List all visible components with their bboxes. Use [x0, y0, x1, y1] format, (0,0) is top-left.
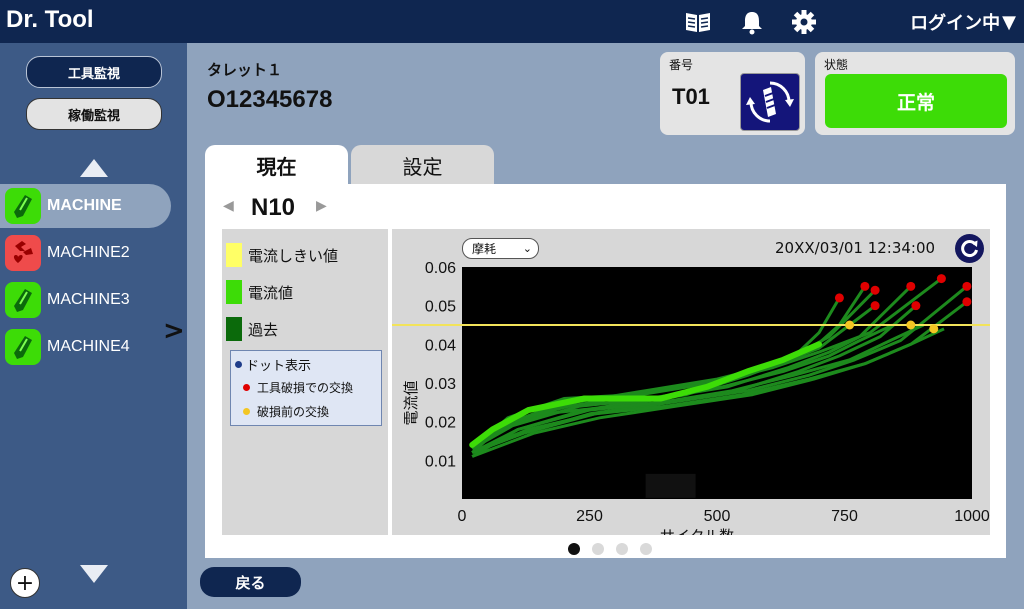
dot-display-box: ドット表示 工具破損での交換 破損前の交換 — [230, 350, 382, 426]
sidebar-item-machine[interactable]: MACHINE — [0, 184, 171, 228]
tool-number: T01 — [672, 84, 710, 109]
legend-label: 電流しきい値 — [248, 246, 339, 265]
sidebar: 工具監視 稼働監視 MACHINE MACHINE2 MACHINE3 MACH… — [0, 43, 187, 609]
y-tick-label: 0.05 — [425, 299, 456, 316]
tab-settings[interactable]: 設定 — [351, 145, 494, 185]
legend-threshold: 電流しきい値 — [226, 243, 338, 267]
back-button[interactable]: 戻る — [200, 567, 301, 597]
login-label: ログイン中 — [910, 13, 1001, 34]
dot-display-bullet — [235, 361, 242, 368]
x-tick-label: 1000 — [954, 508, 990, 525]
preventive-point[interactable] — [845, 320, 855, 330]
chart-area: 摩耗 ⌄ 20XX/03/01 12:34:00 0.01 0.02 0.03 0.0… — [392, 229, 990, 535]
dot-display-title: ドット表示 — [246, 359, 312, 374]
breakage-point[interactable] — [870, 285, 880, 295]
breakage-point[interactable] — [911, 301, 921, 311]
legend-dot-preventive: 破損前の交換 — [243, 403, 329, 420]
operation-monitor-button[interactable]: 稼働監視 — [26, 98, 162, 130]
tool-number-card: 番号 T01 — [660, 52, 805, 135]
dot-display-toggle[interactable]: ドット表示 — [235, 355, 311, 374]
y-tick-label: 0.04 — [425, 337, 456, 354]
breakage-point[interactable] — [860, 281, 870, 291]
breakage-point[interactable] — [936, 274, 946, 284]
status-badge: 正常 — [825, 74, 1007, 128]
x-tick-label: 250 — [576, 508, 603, 525]
scroll-down-icon[interactable] — [80, 565, 108, 583]
scroll-up-icon[interactable] — [80, 159, 108, 177]
tool-ok-icon — [5, 329, 41, 365]
turret-label: タレット１ — [207, 61, 283, 79]
sidebar-item-machine3[interactable]: MACHINE3 — [0, 278, 171, 322]
program-number: O12345678 — [207, 86, 333, 113]
breakage-point[interactable] — [962, 297, 972, 307]
x-axis-label: サイクル数 — [660, 527, 734, 535]
current-panel: ◀ N10 ▶ 電流しきい値 電流値 過去 ドット表示 工具破損での交換 破損前… — [205, 184, 1006, 558]
legend-label: 過去 — [248, 320, 279, 339]
y-tick-label: 0.06 — [425, 260, 456, 277]
tool-ok-icon — [5, 188, 41, 224]
page-dot[interactable] — [568, 543, 580, 555]
y-tick-label: 0.02 — [425, 415, 456, 432]
machine-name: MACHINE — [47, 197, 122, 214]
machine-name: MACHINE2 — [47, 244, 130, 261]
prev-sequence-icon[interactable]: ◀ — [223, 198, 234, 214]
bell-icon[interactable] — [738, 9, 766, 35]
tool-swap-button[interactable] — [740, 73, 800, 131]
top-bar: Dr. Tool ログイン中 ▼ — [0, 0, 1024, 43]
sidebar-item-machine2[interactable]: MACHINE2 — [0, 231, 171, 275]
legend-dot-breakage: 工具破損での交換 — [243, 379, 353, 396]
machine-name: MACHINE4 — [47, 338, 130, 355]
page-indicator — [568, 543, 652, 555]
tool-ok-icon — [5, 282, 41, 318]
manual-book-icon[interactable] — [684, 9, 712, 35]
page-dot[interactable] — [616, 543, 628, 555]
caret-down-icon: ▼ — [1002, 11, 1016, 33]
machine-name: MACHINE3 — [47, 291, 130, 308]
page-dot[interactable] — [640, 543, 652, 555]
tool-broken-icon — [5, 235, 41, 271]
preventive-point[interactable] — [929, 324, 939, 334]
chart-cursor-marker — [645, 473, 696, 498]
tab-current[interactable]: 現在 — [205, 145, 348, 185]
y-tick-label: 0.01 — [425, 453, 456, 470]
sequence-number: N10 — [251, 194, 296, 221]
add-machine-button[interactable]: + — [10, 568, 40, 598]
state-label: 状態 — [824, 58, 849, 72]
x-tick-label: 750 — [831, 508, 858, 525]
x-tick-label: 0 — [458, 508, 467, 525]
legend-past: 過去 — [226, 317, 278, 341]
breakage-point[interactable] — [962, 281, 972, 291]
breakage-point[interactable] — [834, 293, 844, 303]
legend-swatch — [226, 280, 242, 304]
chart-legend: 電流しきい値 電流値 過去 ドット表示 工具破損での交換 破損前の交換 — [222, 229, 388, 535]
legend-current: 電流値 — [226, 280, 293, 304]
app-title: Dr. Tool — [6, 6, 94, 33]
tool-monitor-button[interactable]: 工具監視 — [26, 56, 162, 88]
tool-swap-icon — [746, 81, 794, 123]
preventive-point[interactable] — [906, 320, 916, 330]
legend-dot-label: 破損前の交換 — [257, 405, 330, 419]
legend-dot-label: 工具破損での交換 — [257, 381, 354, 395]
expand-sidebar-chevron-icon[interactable]: > — [163, 316, 185, 346]
tool-number-label: 番号 — [669, 58, 694, 72]
yellow-dot-icon — [243, 408, 250, 415]
current-chart: 0.01 0.02 0.03 0.04 0.05 0.06 0 250 500 750 1000 サイ… — [392, 260, 990, 535]
state-card: 状態 正常 — [815, 52, 1015, 135]
y-axis-label: 電流値 — [402, 380, 420, 425]
page-dot[interactable] — [592, 543, 604, 555]
y-tick-label: 0.03 — [425, 376, 456, 393]
next-sequence-icon[interactable]: ▶ — [316, 198, 327, 214]
sidebar-item-machine4[interactable]: MACHINE4 — [0, 325, 171, 369]
red-dot-icon — [243, 384, 250, 391]
breakage-point[interactable] — [906, 281, 916, 291]
legend-swatch — [226, 317, 242, 341]
x-tick-label: 500 — [704, 508, 731, 525]
legend-label: 電流値 — [248, 283, 294, 302]
login-status-menu[interactable]: ログイン中 ▼ — [910, 9, 1016, 35]
breakage-point[interactable] — [870, 301, 880, 311]
gear-icon[interactable] — [790, 9, 818, 35]
legend-swatch — [226, 243, 242, 267]
